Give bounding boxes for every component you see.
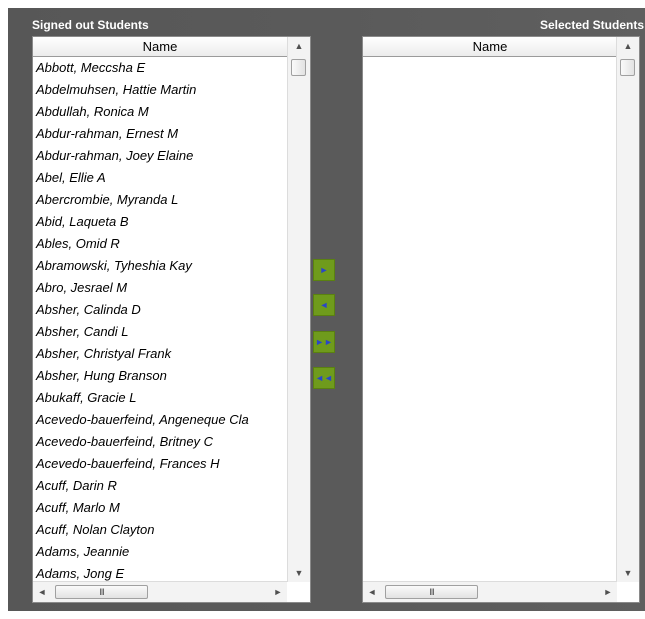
student-list-item[interactable]: Acevedo-bauerfeind, Britney C bbox=[33, 431, 287, 453]
student-list-item[interactable]: Abercrombie, Myranda L bbox=[33, 189, 287, 211]
scrollbar-corner bbox=[288, 582, 310, 602]
student-list-item[interactable]: Acuff, Darin R bbox=[33, 475, 287, 497]
signed-out-students-list-panel: Name Abbott, Meccsha E Abdelmuhsen, Hatti… bbox=[32, 36, 311, 603]
student-list-item[interactable]: Abdur-rahman, Joey Elaine bbox=[33, 145, 287, 167]
student-list-item[interactable]: Absher, Hung Branson bbox=[33, 365, 287, 387]
move-all-left-button[interactable]: ◄◄ bbox=[313, 367, 335, 389]
selected-students-title: Selected Students bbox=[539, 18, 644, 32]
student-list-item[interactable]: Abukaff, Gracie L bbox=[33, 387, 287, 409]
student-list-item[interactable]: Absher, Christyal Frank bbox=[33, 343, 287, 365]
student-list-item[interactable]: Abdur-rahman, Ernest M bbox=[33, 123, 287, 145]
student-list-item[interactable]: Abramowski, Tyheshia Kay bbox=[33, 255, 287, 277]
scroll-up-icon[interactable]: ▲ bbox=[617, 37, 639, 55]
scroll-up-icon[interactable]: ▲ bbox=[288, 37, 310, 55]
right-vertical-scrollbar[interactable]: ▲ ▼ bbox=[616, 37, 639, 582]
student-list-item[interactable]: Absher, Candi L bbox=[33, 321, 287, 343]
student-list-item[interactable]: Abro, Jesrael M bbox=[33, 277, 287, 299]
left-name-column-header[interactable]: Name bbox=[33, 37, 287, 57]
right-vertical-scroll-thumb[interactable] bbox=[620, 59, 635, 76]
move-selected-right-button[interactable]: ► bbox=[313, 259, 335, 281]
student-list-item[interactable]: Abdelmuhsen, Hattie Martin bbox=[33, 79, 287, 101]
student-list-item[interactable]: Adams, Jeannie bbox=[33, 541, 287, 563]
selected-students-list-panel: Name ▲ ▼ ◄ III ► bbox=[362, 36, 640, 603]
student-list-item[interactable]: Adams, Jong E bbox=[33, 563, 287, 581]
scroll-left-icon[interactable]: ◄ bbox=[33, 582, 51, 602]
right-name-column-header[interactable]: Name bbox=[363, 37, 617, 57]
move-all-right-button[interactable]: ►► bbox=[313, 331, 335, 353]
scroll-down-icon[interactable]: ▼ bbox=[288, 564, 310, 582]
right-horizontal-scrollbar[interactable]: ◄ III ► bbox=[363, 581, 617, 602]
left-horizontal-scroll-thumb[interactable]: III bbox=[55, 585, 148, 599]
student-list-item[interactable]: Abel, Ellie A bbox=[33, 167, 287, 189]
signed-out-students-title: Signed out Students bbox=[32, 18, 149, 32]
left-vertical-scrollbar[interactable]: ▲ ▼ bbox=[287, 37, 310, 582]
right-horizontal-scroll-thumb[interactable]: III bbox=[385, 585, 478, 599]
left-vertical-scroll-thumb[interactable] bbox=[291, 59, 306, 76]
student-list-item[interactable]: Abbott, Meccsha E bbox=[33, 57, 287, 79]
move-selected-left-button[interactable]: ◄ bbox=[313, 294, 335, 316]
selected-students-list[interactable] bbox=[363, 57, 617, 581]
scroll-right-icon[interactable]: ► bbox=[269, 582, 287, 602]
student-list-item[interactable]: Acuff, Marlo M bbox=[33, 497, 287, 519]
student-list-item[interactable]: Absher, Calinda D bbox=[33, 299, 287, 321]
scrollbar-corner bbox=[617, 582, 639, 602]
scroll-right-icon[interactable]: ► bbox=[599, 582, 617, 602]
signed-out-students-list[interactable]: Abbott, Meccsha E Abdelmuhsen, Hattie Mar… bbox=[33, 57, 287, 581]
student-list-item[interactable]: Abdullah, Ronica M bbox=[33, 101, 287, 123]
scroll-down-icon[interactable]: ▼ bbox=[617, 564, 639, 582]
student-list-item[interactable]: Acevedo-bauerfeind, Angeneque Cla bbox=[33, 409, 287, 431]
left-horizontal-scrollbar[interactable]: ◄ III ► bbox=[33, 581, 287, 602]
student-list-item[interactable]: Abid, Laqueta B bbox=[33, 211, 287, 233]
scroll-left-icon[interactable]: ◄ bbox=[363, 582, 381, 602]
student-list-item[interactable]: Acevedo-bauerfeind, Frances H bbox=[33, 453, 287, 475]
student-list-item[interactable]: Ables, Omid R bbox=[33, 233, 287, 255]
student-list-item[interactable]: Acuff, Nolan Clayton bbox=[33, 519, 287, 541]
